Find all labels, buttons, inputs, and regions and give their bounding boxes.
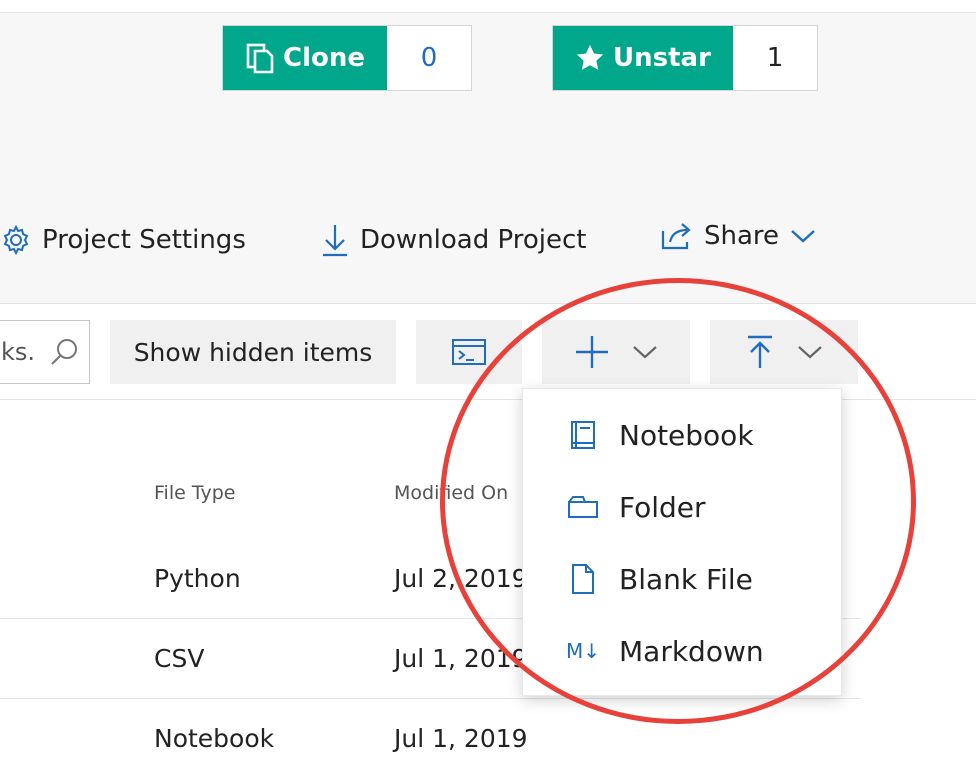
row-divider [0,698,860,699]
menu-item-blank-file[interactable]: Blank File [523,549,843,609]
clone-button[interactable]: Clone [223,26,387,90]
download-project-label: Download Project [360,225,587,255]
menu-item-folder[interactable]: Folder [523,477,843,537]
clone-count[interactable]: 0 [387,26,471,90]
download-icon [320,223,350,257]
gear-icon [0,224,32,256]
file-toolbar: ks. Show hidden items [0,304,976,400]
chevron-down-icon [797,344,823,360]
project-header [0,12,976,304]
table-cell-file-type: CSV [154,644,205,673]
table-cell-modified: Jul 1, 2019 [394,644,528,673]
table-cell-file-type: Notebook [154,724,275,753]
table-cell-modified: Jul 1, 2019 [394,724,528,753]
copy-icon [245,42,275,74]
menu-item-label: Folder [619,490,706,524]
search-value: ks. [1,338,36,366]
chevron-down-icon [632,344,658,360]
search-icon[interactable] [49,337,79,373]
star-count[interactable]: 1 [733,26,817,90]
terminal-button[interactable] [416,320,522,384]
notebook-icon [567,419,599,451]
new-item-dropdown-button[interactable] [542,320,690,384]
show-hidden-items-button[interactable]: Show hidden items [110,320,396,384]
search-input[interactable]: ks. [0,320,90,384]
share-dropdown[interactable]: Share [660,216,817,256]
table-cell-modified: Jul 2, 2019 [394,564,528,593]
terminal-icon [451,338,487,366]
menu-item-notebook[interactable]: Notebook [523,405,843,465]
download-project-link[interactable]: Download Project [320,220,586,260]
project-settings-label: Project Settings [42,225,246,255]
table-cell-file-type: Python [154,564,241,593]
blank-file-icon [567,563,599,595]
column-header-modified-on[interactable]: Modified On [394,482,508,504]
menu-item-label: Blank File [619,562,753,596]
project-settings-link[interactable]: Project Settings [0,220,246,260]
share-icon [660,221,694,251]
upload-dropdown-button[interactable] [710,320,858,384]
menu-item-label: Notebook [619,418,754,452]
plus-icon [574,334,610,370]
new-item-menu: Notebook Folder Blank File M↓ Markdown [522,388,842,696]
markdown-icon: M↓ [566,639,601,663]
folder-icon [567,491,599,523]
show-hidden-items-label: Show hidden items [133,337,373,367]
unstar-label: Unstar [613,43,711,73]
clone-label: Clone [283,43,365,73]
upload-icon [745,334,775,370]
star-icon [575,43,605,73]
column-header-file-type[interactable]: File Type [154,482,235,504]
unstar-button[interactable]: Unstar [553,26,733,90]
menu-item-label: Markdown [619,634,764,668]
menu-item-markdown[interactable]: M↓ Markdown [523,621,843,681]
clone-control: Clone 0 [222,25,472,91]
chevron-down-icon [789,227,817,245]
share-label: Share [704,221,780,251]
star-control: Unstar 1 [552,25,818,91]
